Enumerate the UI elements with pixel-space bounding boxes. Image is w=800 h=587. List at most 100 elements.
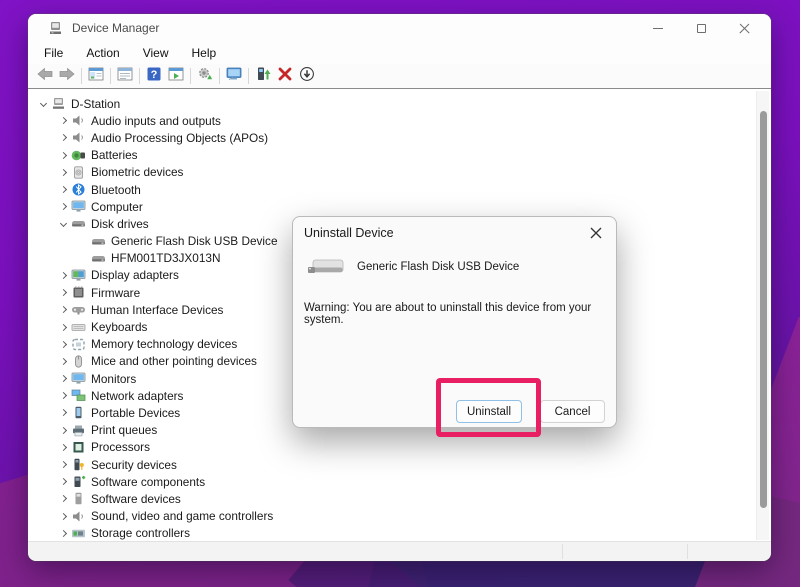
menu-view[interactable]: View (135, 44, 177, 62)
tree-item-batteries[interactable]: Batteries (28, 147, 754, 164)
toolbar-back-arrow-button[interactable] (34, 66, 56, 86)
chevron-placeholder (76, 251, 90, 265)
maximize-button[interactable] (686, 16, 716, 40)
tree-item-software-devices[interactable]: Software devices (28, 490, 754, 507)
menu-action[interactable]: Action (78, 44, 127, 62)
close-button[interactable] (729, 16, 759, 40)
chevron-collapsed-icon[interactable] (56, 509, 70, 523)
tree-item-label: Firmware (91, 286, 140, 300)
chevron-collapsed-icon[interactable] (56, 423, 70, 437)
chevron-collapsed-icon[interactable] (56, 389, 70, 403)
usb-flash-drive-icon (307, 255, 347, 281)
device-manager-icon (48, 21, 63, 35)
chevron-collapsed-icon[interactable] (56, 372, 70, 386)
tree-item-label: Disk drives (91, 217, 149, 231)
dialog-warning-text: Warning: You are about to uninstall this… (304, 302, 616, 326)
speaker-icon (71, 114, 87, 127)
window-title: Device Manager (72, 21, 159, 35)
vertical-scrollbar[interactable] (756, 91, 769, 540)
action-pane-icon (168, 66, 184, 87)
tree-item-label: Software components (91, 475, 205, 489)
toolbar-help-button[interactable]: ? (143, 66, 165, 86)
chevron-collapsed-icon[interactable] (56, 114, 70, 128)
menu-help[interactable]: Help (184, 44, 225, 62)
tree-item-security-devices[interactable]: Security devices (28, 456, 754, 473)
chevron-collapsed-icon[interactable] (56, 337, 70, 351)
tree-item-label: D-Station (71, 97, 120, 111)
toolbar-forward-arrow-button[interactable] (56, 66, 78, 86)
menu-file[interactable]: File (36, 44, 71, 62)
chevron-expanded-icon[interactable] (36, 97, 50, 111)
hid-icon (71, 303, 87, 316)
tree-item-bluetooth[interactable]: Bluetooth (28, 181, 754, 198)
chevron-collapsed-icon[interactable] (56, 475, 70, 489)
battery-icon (71, 149, 87, 162)
titlebar: Device Manager (28, 14, 771, 42)
toolbar-uninstall-device-button[interactable] (274, 66, 296, 86)
dialog-close-button[interactable] (588, 225, 604, 241)
chevron-collapsed-icon[interactable] (56, 526, 70, 540)
help-icon: ? (146, 66, 162, 87)
chevron-collapsed-icon[interactable] (56, 458, 70, 472)
biometric-icon (71, 166, 87, 179)
computer-icon (51, 97, 67, 110)
tree-item-label: Memory technology devices (91, 337, 237, 351)
toolbar-properties-button[interactable] (114, 66, 136, 86)
chevron-collapsed-icon[interactable] (56, 131, 70, 145)
chevron-collapsed-icon[interactable] (56, 148, 70, 162)
toolbar: ? (28, 64, 771, 88)
tree-item-processors[interactable]: Processors (28, 439, 754, 456)
svg-text:?: ? (151, 69, 158, 81)
disk-icon (71, 217, 87, 230)
toolbar-separator (81, 68, 82, 84)
scrollbar-thumb[interactable] (760, 111, 767, 508)
tree-item-d-station[interactable]: D-Station (28, 95, 754, 112)
chevron-collapsed-icon[interactable] (56, 268, 70, 282)
toolbar-update-driver-button[interactable] (252, 66, 274, 86)
tree-item-biometric-devices[interactable]: Biometric devices (28, 164, 754, 181)
chevron-collapsed-icon[interactable] (56, 183, 70, 197)
display-icon (71, 269, 87, 282)
cancel-button[interactable]: Cancel (540, 400, 605, 423)
monitor-icon (71, 200, 87, 213)
chevron-collapsed-icon[interactable] (56, 440, 70, 454)
toolbar-console-tree-button[interactable] (85, 66, 107, 86)
processor-icon (71, 441, 87, 454)
tree-item-label: Audio inputs and outputs (91, 114, 221, 128)
toolbar-scan-hardware-button[interactable] (194, 66, 216, 86)
tree-item-label: Security devices (91, 458, 177, 472)
tree-item-audio-processing-objects-apos[interactable]: Audio Processing Objects (APOs) (28, 129, 754, 146)
tree-item-software-components[interactable]: Software components (28, 473, 754, 490)
tree-item-storage-controllers[interactable]: Storage controllers (28, 525, 754, 541)
dialog-title: Uninstall Device (304, 226, 394, 240)
toolbar-separator (219, 68, 220, 84)
keyboard-icon (71, 321, 87, 334)
tree-item-audio-inputs-and-outputs[interactable]: Audio inputs and outputs (28, 112, 754, 129)
chevron-expanded-icon[interactable] (56, 217, 70, 231)
statusbar-divider (687, 544, 688, 559)
close-icon (739, 23, 750, 34)
disable-device-icon (299, 66, 315, 87)
chevron-placeholder (76, 234, 90, 248)
chevron-collapsed-icon[interactable] (56, 406, 70, 420)
chevron-collapsed-icon[interactable] (56, 354, 70, 368)
toolbar-action-pane-button[interactable] (165, 66, 187, 86)
toolbar-computer-view-button[interactable] (223, 66, 245, 86)
chevron-collapsed-icon[interactable] (56, 320, 70, 334)
tree-item-sound-video-and-game-controllers[interactable]: Sound, video and game controllers (28, 508, 754, 525)
scan-hardware-icon (197, 66, 213, 87)
mouse-icon (71, 355, 87, 368)
chevron-collapsed-icon[interactable] (56, 286, 70, 300)
chevron-collapsed-icon[interactable] (56, 303, 70, 317)
chevron-collapsed-icon[interactable] (56, 200, 70, 214)
toolbar-separator (139, 68, 140, 84)
portable-icon (71, 406, 87, 419)
chevron-collapsed-icon[interactable] (56, 165, 70, 179)
tree-item-computer[interactable]: Computer (28, 198, 754, 215)
uninstall-button[interactable]: Uninstall (456, 400, 522, 423)
minimize-button[interactable] (643, 16, 673, 40)
tree-item-label: Monitors (91, 372, 136, 386)
chevron-collapsed-icon[interactable] (56, 492, 70, 506)
softdev-icon (71, 492, 87, 505)
toolbar-disable-device-button[interactable] (296, 66, 318, 86)
